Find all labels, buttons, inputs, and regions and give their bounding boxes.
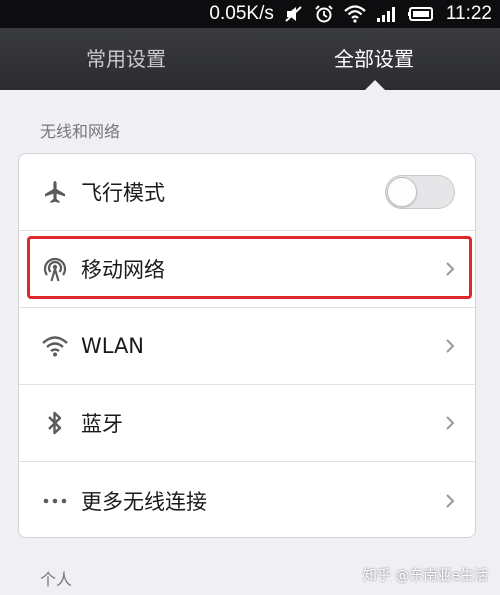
list-item-bluetooth[interactable]: 蓝牙 <box>19 385 475 462</box>
watermark: 知乎 @东南亚e生活 <box>362 568 488 584</box>
bluetooth-icon <box>41 409 69 437</box>
battery-icon <box>407 5 436 23</box>
chevron-right-icon <box>445 493 455 509</box>
list-item-wlan[interactable]: WLAN <box>19 308 475 385</box>
list-item-label: 更多无线连接 <box>81 489 207 514</box>
list-item-label: WLAN <box>81 334 145 358</box>
wireless-settings-list: 飞行模式 移动网络 WLAN 蓝牙 更多无线连接 <box>18 153 476 538</box>
clock: 11:22 <box>445 3 492 24</box>
chevron-right-icon <box>445 261 455 277</box>
list-item-airplane-mode[interactable]: 飞行模式 <box>19 154 475 231</box>
airplane-icon <box>41 178 69 206</box>
list-item-label: 飞行模式 <box>81 181 165 205</box>
wifi-icon <box>41 332 69 360</box>
chevron-right-icon <box>445 415 455 431</box>
active-tab-indicator <box>364 80 386 91</box>
chevron-right-icon <box>445 338 455 354</box>
more-icon <box>41 487 69 515</box>
network-speed: 0.05K/s <box>209 3 274 24</box>
list-item-mobile-network[interactable]: 移动网络 <box>19 231 475 308</box>
status-bar: 0.05K/s 11:22 <box>0 0 500 28</box>
list-item-more-wireless[interactable]: 更多无线连接 <box>19 462 475 537</box>
mobile-network-icon <box>41 255 69 283</box>
toggle-knob <box>387 177 417 207</box>
signal-icon <box>376 5 398 23</box>
section-title-wireless: 无线和网络 <box>40 122 121 141</box>
settings-tab-bar: 常用设置 全部设置 <box>0 28 500 91</box>
alarm-icon <box>314 5 334 23</box>
wifi-icon <box>344 5 366 23</box>
tab-common-settings[interactable]: 常用设置 <box>26 28 226 90</box>
list-item-label: 蓝牙 <box>81 412 123 436</box>
section-title-personal: 个人 <box>40 570 73 589</box>
airplane-mode-toggle[interactable] <box>385 175 455 209</box>
mute-icon <box>284 5 304 23</box>
list-item-label: 移动网络 <box>81 258 165 282</box>
